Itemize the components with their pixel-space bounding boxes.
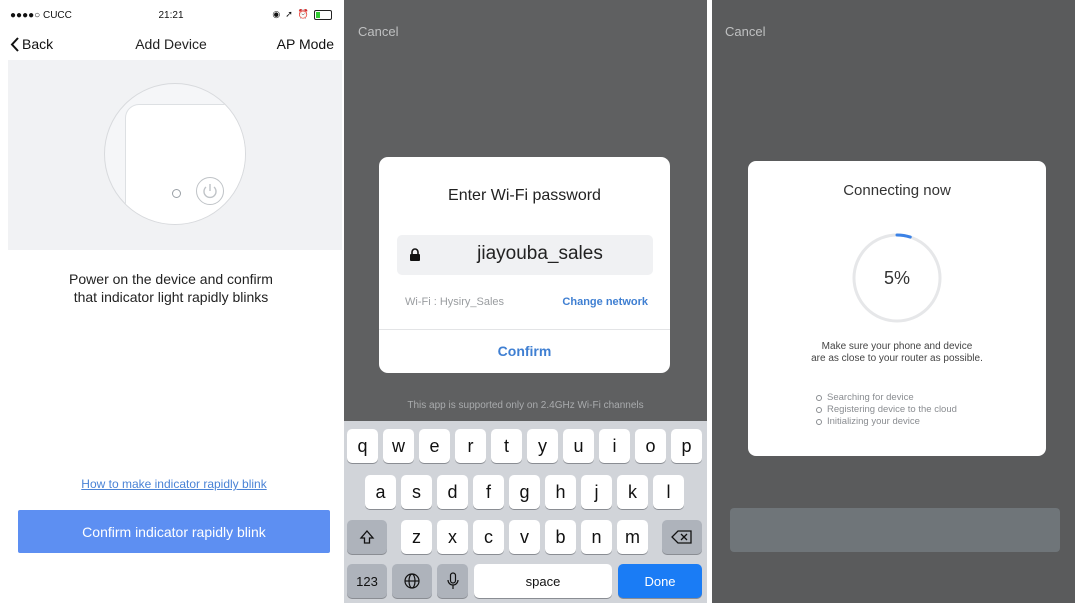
step-bullet-icon — [816, 407, 822, 413]
microphone-icon — [446, 572, 459, 589]
key-r[interactable]: r — [455, 429, 486, 463]
key-o[interactable]: o — [635, 429, 666, 463]
backspace-icon — [671, 530, 692, 544]
key-b[interactable]: b — [545, 520, 576, 554]
connection-steps: Searching for device Registering device … — [816, 392, 957, 428]
change-network-link[interactable]: Change network — [562, 296, 648, 308]
connecting-card: Connecting now 5% Make sure your phone a… — [748, 161, 1046, 456]
keyboard: q w e r t y u i o p a s d f g h j k l z … — [344, 421, 707, 603]
proximity-note: Make sure your phone and device are as c… — [748, 341, 1046, 365]
key-j[interactable]: j — [581, 475, 612, 509]
battery-icon — [314, 9, 332, 20]
key-l[interactable]: l — [653, 475, 684, 509]
space-key[interactable]: space — [474, 564, 612, 598]
progress-ring: 5% — [851, 232, 943, 324]
globe-icon — [404, 573, 420, 589]
confirm-button[interactable]: Confirm — [379, 343, 670, 359]
step-item: Searching for device — [816, 392, 957, 404]
step-bullet-icon — [816, 419, 822, 425]
step-bullet-icon — [816, 395, 822, 401]
instruction-text: Power on the device and confirm that ind… — [0, 270, 342, 306]
key-v[interactable]: v — [509, 520, 540, 554]
shift-icon — [359, 530, 375, 544]
key-m[interactable]: m — [617, 520, 648, 554]
step-item: Registering device to the cloud — [816, 404, 957, 416]
key-p[interactable]: p — [671, 429, 702, 463]
cancel-button[interactable]: Cancel — [725, 24, 765, 39]
instruction-line-1: Power on the device and confirm — [69, 271, 273, 287]
key-t[interactable]: t — [491, 429, 522, 463]
progress-percent: 5% — [883, 267, 910, 288]
note-line-2: are as close to your router as possible. — [811, 353, 983, 364]
key-c[interactable]: c — [473, 520, 504, 554]
done-key[interactable]: Done — [618, 564, 702, 598]
key-y[interactable]: y — [527, 429, 558, 463]
key-i[interactable]: i — [599, 429, 630, 463]
key-k[interactable]: k — [617, 475, 648, 509]
cancel-button[interactable]: Cancel — [358, 24, 398, 39]
key-n[interactable]: n — [581, 520, 612, 554]
alarm-icon: ⏰ — [297, 9, 309, 19]
globe-key[interactable] — [392, 564, 432, 598]
microphone-key[interactable] — [437, 564, 468, 598]
wifi-password-screen: Cancel Enter Wi-Fi password jiayouba_sal… — [344, 0, 707, 603]
help-link[interactable]: How to make indicator rapidly blink — [0, 477, 342, 491]
device-face — [125, 104, 245, 224]
step-label: Searching for device — [827, 392, 914, 403]
numbers-key[interactable]: 123 — [347, 564, 387, 598]
connecting-screen: Cancel Connecting now 5% Make sure your … — [712, 0, 1075, 603]
connecting-title: Connecting now — [843, 182, 951, 199]
key-h[interactable]: h — [545, 475, 576, 509]
key-f[interactable]: f — [473, 475, 504, 509]
delete-key[interactable] — [662, 520, 702, 554]
blurred-background-button — [730, 508, 1060, 552]
confirm-indicator-button[interactable]: Confirm indicator rapidly blink — [18, 510, 330, 553]
device-illustration — [104, 83, 246, 225]
key-x[interactable]: x — [437, 520, 468, 554]
key-d[interactable]: d — [437, 475, 468, 509]
key-g[interactable]: g — [509, 475, 540, 509]
step-label: Initializing your device — [827, 416, 920, 427]
navigation-arrow-icon: ➚ — [285, 9, 293, 19]
shift-key[interactable] — [347, 520, 387, 554]
wifi-row: Wi-Fi : Hysiry_Sales Change network — [405, 296, 648, 308]
key-q[interactable]: q — [347, 429, 378, 463]
password-input[interactable]: jiayouba_sales — [397, 235, 653, 275]
ap-mode-button[interactable]: AP Mode — [277, 36, 334, 52]
navigation-bar: Back Add Device AP Mode — [0, 32, 342, 58]
note-line-1: Make sure your phone and device — [821, 341, 973, 352]
device-illustration-area — [8, 60, 342, 250]
status-icons: ◉ ➚ ⏰ — [272, 9, 332, 20]
password-value: jiayouba_sales — [477, 243, 603, 264]
step-item: Initializing your device — [816, 416, 957, 428]
location-icon: ◉ — [272, 9, 281, 19]
key-w[interactable]: w — [383, 429, 414, 463]
instruction-line-2: that indicator light rapidly blinks — [73, 289, 269, 305]
wifi-password-dialog: Enter Wi-Fi password jiayouba_sales Wi-F… — [379, 157, 670, 373]
divider — [379, 329, 670, 330]
key-s[interactable]: s — [401, 475, 432, 509]
wifi-network-label: Wi-Fi : Hysiry_Sales — [405, 296, 505, 308]
key-u[interactable]: u — [563, 429, 594, 463]
status-bar: ●●●●○ CUCC 21:21 ◉ ➚ ⏰ — [0, 0, 342, 30]
dialog-title: Enter Wi-Fi password — [448, 187, 601, 204]
frequency-footnote: This app is supported only on 2.4GHz Wi-… — [407, 400, 644, 411]
key-z[interactable]: z — [401, 520, 432, 554]
power-button-icon — [196, 177, 224, 205]
add-device-screen: ●●●●○ CUCC 21:21 ◉ ➚ ⏰ Back Add Device A… — [0, 0, 342, 603]
indicator-light-icon — [172, 189, 181, 198]
step-label: Registering device to the cloud — [827, 404, 957, 415]
key-a[interactable]: a — [365, 475, 396, 509]
key-e[interactable]: e — [419, 429, 450, 463]
